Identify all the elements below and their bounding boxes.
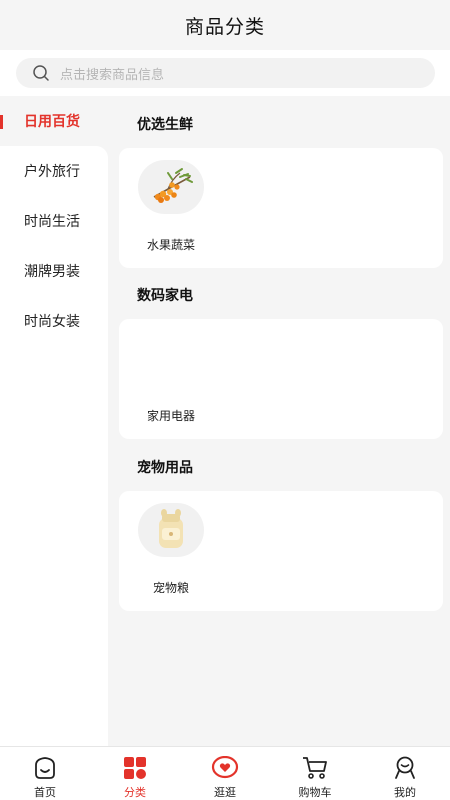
sidebar-item-label: 时尚生活 [24, 214, 80, 230]
subcategory-item-fruits-vegetables[interactable]: 水果蔬菜 [119, 148, 223, 268]
subcategory-item-pet-food[interactable]: 宠物粮 [119, 491, 223, 611]
sidebar-item-label: 户外旅行 [24, 164, 80, 180]
category-content: 优选生鲜 水果蔬菜 数码家电 家用电器 宠物用品 宠物粮 [108, 96, 450, 746]
tab-home[interactable]: 首页 [0, 747, 90, 800]
page-title: 商品分类 [184, 15, 265, 38]
home-face-icon [31, 755, 59, 781]
sea-buckthorn-image [138, 160, 204, 214]
tab-mine[interactable]: 我的 [360, 747, 450, 800]
sidebar-item-menswear[interactable]: 潮牌男装 [0, 246, 108, 296]
cart-icon [301, 755, 329, 781]
tab-label: 首页 [34, 786, 56, 799]
tab-label: 我的 [394, 786, 416, 799]
bottom-tab-bar: 首页 分类 逛逛 购物车 我的 [0, 746, 450, 800]
subcategory-card: 水果蔬菜 [119, 148, 443, 268]
subcategory-label: 水果蔬菜 [146, 238, 195, 252]
subcategory-label: 宠物粮 [152, 581, 189, 595]
heart-bubble-icon [211, 755, 239, 781]
sidebar-item-daily-goods[interactable]: 日用百货 [0, 96, 108, 146]
tab-browse[interactable]: 逛逛 [180, 747, 270, 800]
subcategory-card: 宠物粮 [119, 491, 443, 611]
section-title: 优选生鲜 [137, 117, 193, 133]
sidebar-item-label: 时尚女装 [24, 314, 80, 330]
profile-icon [391, 755, 419, 781]
search-area: 点击搜索商品信息 [0, 50, 450, 96]
active-indicator [0, 115, 3, 129]
sidebar-filler [0, 346, 108, 746]
section-title: 数码家电 [137, 288, 193, 304]
sidebar-item-label: 日用百货 [24, 114, 80, 130]
tab-label: 分类 [124, 786, 146, 799]
section-title: 宠物用品 [137, 460, 193, 476]
top-bar: 商品分类 [0, 0, 450, 50]
search-icon [32, 64, 50, 82]
sidebar-item-label: 潮牌男装 [24, 264, 80, 280]
search-input[interactable]: 点击搜索商品信息 [16, 58, 435, 88]
subcategory-item-home-appliances[interactable]: 家用电器 [119, 319, 223, 439]
category-grid-icon [121, 755, 149, 781]
tab-label: 逛逛 [214, 786, 236, 799]
tab-category[interactable]: 分类 [90, 747, 180, 800]
category-sidebar: 日用百货 户外旅行 时尚生活 潮牌男装 时尚女装 [0, 96, 108, 746]
sidebar-item-outdoor-travel[interactable]: 户外旅行 [0, 146, 108, 196]
tab-label: 购物车 [298, 786, 332, 799]
sidebar-item-fashion-life[interactable]: 时尚生活 [0, 196, 108, 246]
tab-cart[interactable]: 购物车 [270, 747, 360, 800]
pet-food-jar-image [138, 503, 204, 557]
subcategory-card: 家用电器 [119, 319, 443, 439]
search-placeholder: 点击搜索商品信息 [60, 67, 165, 83]
sidebar-item-womenswear[interactable]: 时尚女装 [0, 296, 108, 346]
subcategory-label: 家用电器 [146, 409, 195, 423]
